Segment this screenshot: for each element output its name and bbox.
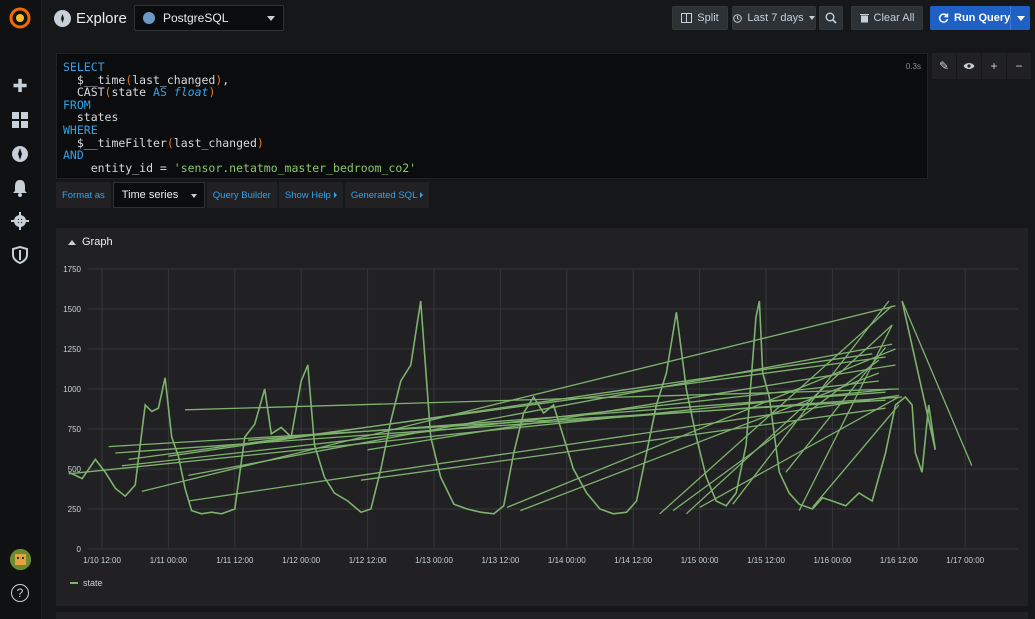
chevron-down-icon <box>808 16 815 20</box>
query-line: $__timeFilter(last_changed) <box>63 135 264 150</box>
split-icon <box>681 13 693 23</box>
minus-icon[interactable]: − <box>1007 53 1031 79</box>
avatar[interactable] <box>10 549 31 570</box>
chevron-right-icon <box>333 192 337 198</box>
x-tick-label: 1/13 12:00 <box>481 556 519 565</box>
series-connector <box>901 300 973 467</box>
query-options-bar: Format as Time series Query Builder Show… <box>56 182 930 208</box>
legend: state <box>70 578 103 588</box>
graph-chart[interactable]: 025050075010001250150017501/10 12:00 1/11… <box>56 228 1028 573</box>
page-title: Explore <box>76 10 127 27</box>
x-tick-label: 1/16 12:00 <box>880 556 918 565</box>
x-tick-label: 1/12 00:00 <box>282 556 320 565</box>
x-tick-label: 1/11 00:00 <box>150 556 188 565</box>
eye-icon[interactable] <box>957 53 981 79</box>
split-button[interactable]: Split <box>672 6 728 30</box>
show-help-button[interactable]: Show Help <box>278 182 343 208</box>
sidebar: ✚ ? <box>0 0 42 619</box>
x-tick-label: 1/16 00:00 <box>813 556 851 565</box>
help-icon[interactable]: ? <box>11 584 29 602</box>
run-query-label: Run Query <box>954 12 1011 24</box>
query-elapsed-time: 0.3s <box>905 62 921 71</box>
series-connector <box>685 324 893 515</box>
query-builder-button[interactable]: Query Builder <box>206 182 277 208</box>
next-panel-edge <box>56 612 1028 619</box>
x-tick-label: 1/11 12:00 <box>216 556 254 565</box>
y-tick-label: 1500 <box>63 305 81 314</box>
compass-icon[interactable] <box>10 144 30 164</box>
explore-compass-icon <box>54 10 71 27</box>
x-tick-label: 1/17 00:00 <box>946 556 984 565</box>
generated-sql-button[interactable]: Generated SQL <box>344 182 430 208</box>
datasource-picker[interactable]: PostgreSQL <box>134 5 284 31</box>
clear-all-button[interactable]: Clear All <box>851 6 923 30</box>
query-line: entity_id = 'sensor.netatmo_master_bedro… <box>63 160 417 175</box>
x-tick-label: 1/10 12:00 <box>83 556 121 565</box>
x-tick-label: 1/15 00:00 <box>681 556 719 565</box>
run-query-options[interactable] <box>1010 6 1030 30</box>
x-tick-label: 1/14 00:00 <box>548 556 586 565</box>
query-row-actions: ✎ + − <box>932 53 1031 79</box>
time-range-label: Last 7 days <box>747 12 804 24</box>
legend-item-state[interactable]: state <box>83 578 103 588</box>
chevron-down-icon <box>267 16 275 21</box>
series-connector <box>188 394 899 502</box>
dashboards-icon[interactable] <box>10 110 30 130</box>
search-icon <box>825 12 837 24</box>
chevron-down-icon <box>1016 15 1025 21</box>
chevron-down-icon <box>190 194 197 198</box>
series-connector <box>108 399 886 448</box>
run-query-button[interactable]: Run Query <box>930 6 1030 30</box>
series-connector <box>672 359 880 512</box>
postgresql-icon <box>143 12 155 24</box>
y-tick-label: 0 <box>77 545 82 554</box>
series-connector <box>506 348 896 509</box>
shield-icon[interactable] <box>10 245 30 265</box>
trash-icon <box>859 14 869 23</box>
y-tick-label: 1750 <box>63 265 81 274</box>
zoom-out-button[interactable] <box>819 6 843 30</box>
plus-icon[interactable]: + <box>982 53 1006 79</box>
chevron-right-icon <box>420 192 424 198</box>
x-tick-label: 1/15 12:00 <box>747 556 785 565</box>
y-tick-label: 1000 <box>63 385 81 394</box>
y-tick-label: 1250 <box>63 345 81 354</box>
query-editor[interactable]: SELECT $__time(last_changed), CAST(state… <box>56 53 928 179</box>
refresh-icon <box>938 12 949 23</box>
clear-all-label: Clear All <box>873 12 915 24</box>
bell-icon[interactable] <box>10 178 30 198</box>
gear-icon[interactable] <box>10 211 30 231</box>
split-label: Split <box>697 12 719 24</box>
grafana-logo-icon[interactable] <box>8 6 32 30</box>
format-select-value: Time series <box>121 189 179 201</box>
x-tick-label: 1/14 12:00 <box>614 556 652 565</box>
generated-sql-label: Generated SQL <box>350 189 418 201</box>
time-range-picker[interactable]: Last 7 days <box>732 6 816 30</box>
clock-icon <box>733 13 743 23</box>
edit-pencil-icon[interactable]: ✎ <box>932 53 956 79</box>
graph-panel: Graph 0 250 500 750 1000 1250 1500 1750 1/10 12:… <box>56 228 1028 606</box>
legend-swatch <box>70 582 78 584</box>
y-tick-label: 250 <box>68 505 82 514</box>
x-tick-label: 1/13 00:00 <box>415 556 453 565</box>
x-tick-label: 1/12 12:00 <box>349 556 387 565</box>
y-tick-label: 750 <box>68 425 82 434</box>
datasource-name: PostgreSQL <box>163 11 229 25</box>
format-select[interactable]: Time series <box>112 182 205 208</box>
show-help-label: Show Help <box>284 189 331 201</box>
explore-toolbar: Explore PostgreSQL Split Last 7 days Cle… <box>42 0 1035 38</box>
format-as-label: Format as <box>56 182 111 208</box>
plus-icon[interactable]: ✚ <box>10 76 30 96</box>
